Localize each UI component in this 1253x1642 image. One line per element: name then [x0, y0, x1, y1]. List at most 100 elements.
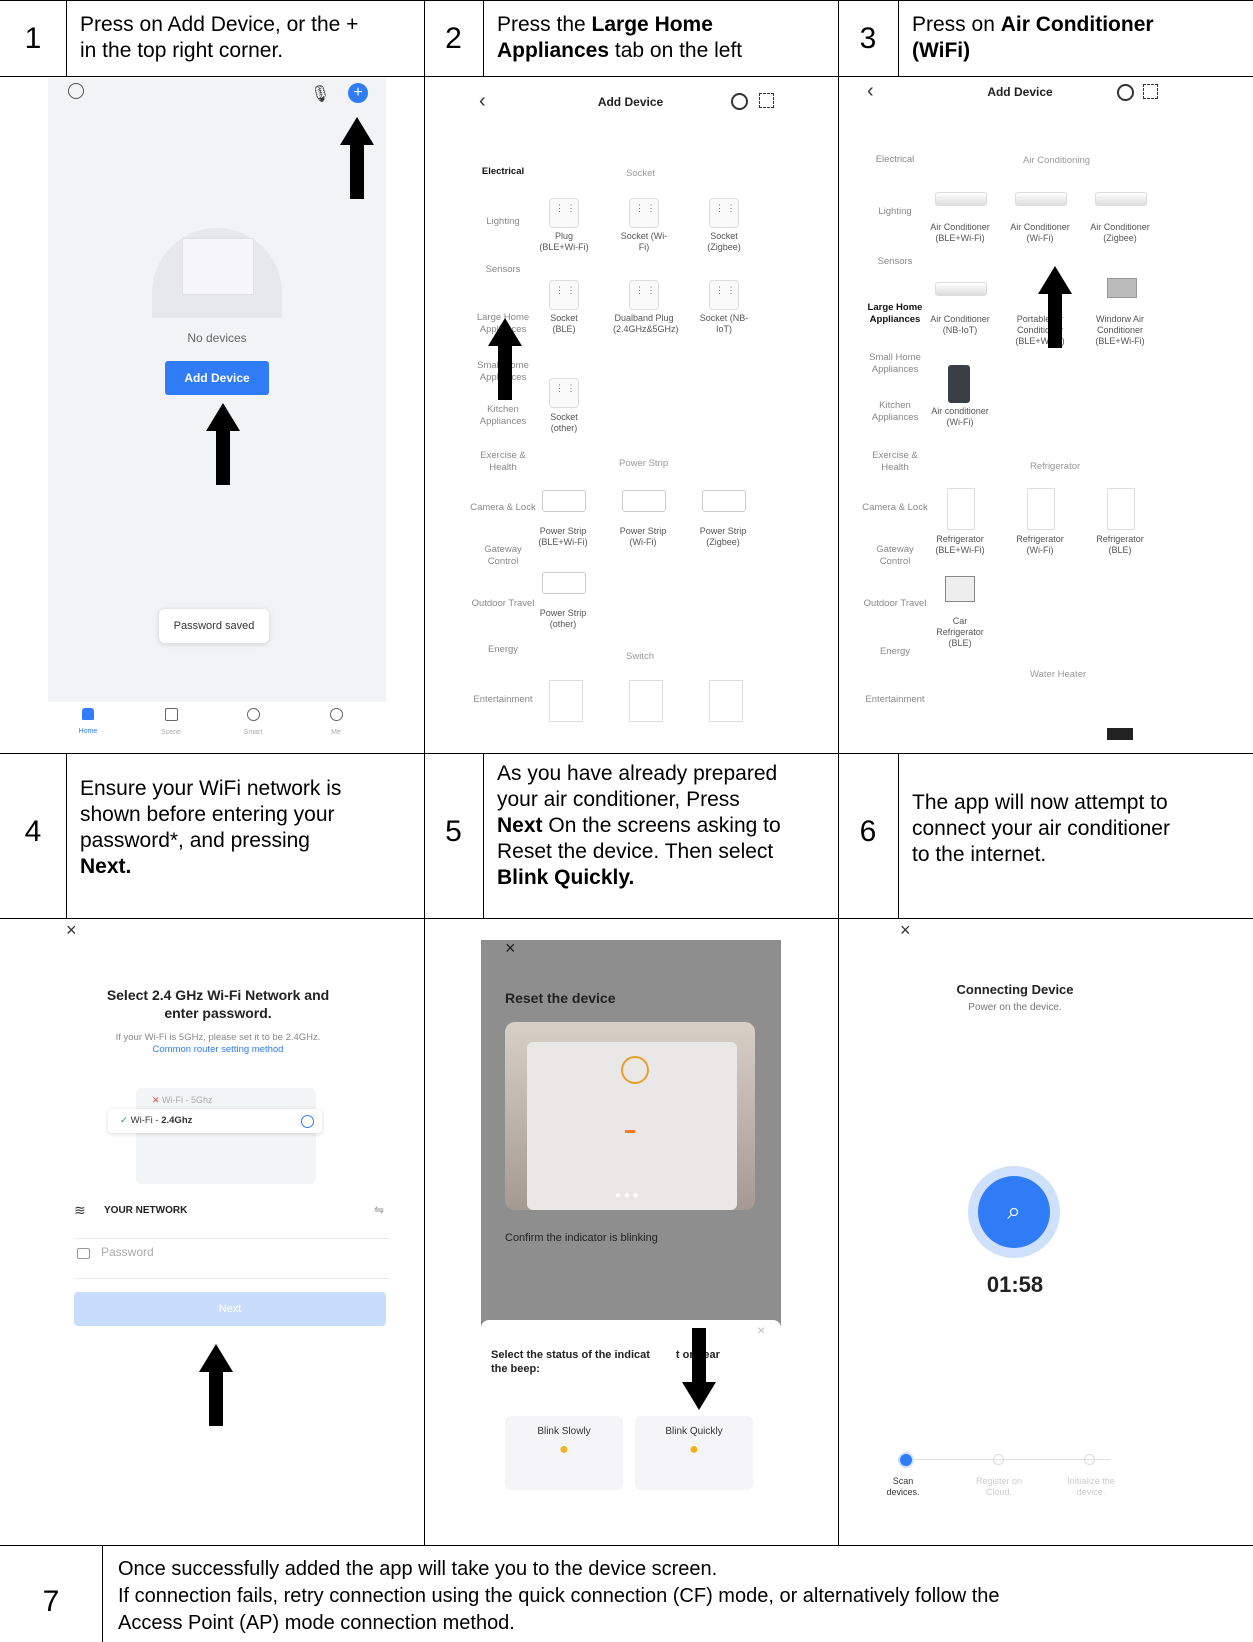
col-line — [898, 0, 899, 76]
check-icon: ✓ — [120, 1115, 131, 1126]
category-item[interactable]: Gateway Control — [471, 544, 535, 568]
password-field[interactable]: Password — [101, 1245, 154, 1259]
category-item[interactable]: Exercise & Health — [468, 450, 538, 474]
device-label[interactable]: Socket (BLE) — [539, 313, 589, 335]
no-devices-text: No devices — [187, 331, 247, 345]
device-label[interactable]: Windorw Air Conditioner (BLE+Wi-Fi) — [1090, 314, 1150, 347]
step-bold: Next. — [80, 855, 132, 878]
close-icon[interactable]: × — [757, 1322, 765, 1338]
category-item[interactable]: Sensors — [463, 264, 543, 276]
device-label[interactable]: Refrigerator (BLE+Wi-Fi) — [930, 534, 990, 556]
power-strip-icon — [622, 490, 666, 512]
category-electrical[interactable]: Electrical — [463, 166, 543, 178]
category-item[interactable]: Entertainment — [855, 694, 935, 706]
divider — [74, 1238, 388, 1239]
close-icon[interactable]: × — [505, 940, 516, 959]
category-item[interactable]: Camera & Lock — [855, 502, 935, 514]
device-label[interactable]: Air conditioner (Wi-Fi) — [930, 406, 990, 428]
category-item[interactable]: Entertainment — [463, 694, 543, 706]
category-item[interactable]: Lighting — [855, 206, 935, 218]
add-device-button[interactable]: Add Device — [165, 361, 269, 395]
device-label[interactable]: Power Strip (other) — [535, 608, 591, 630]
device-label[interactable]: Plug (BLE+Wi-Fi) — [539, 231, 589, 253]
step-line: Press on Add Device, or the + — [80, 13, 359, 36]
blink-quickly-option[interactable]: Blink Quickly ● — [635, 1416, 753, 1490]
category-item[interactable]: Sensors — [855, 256, 935, 268]
user-icon[interactable] — [68, 83, 84, 99]
socket-icon — [709, 280, 739, 310]
step-label: Scan devices. — [886, 1476, 920, 1497]
close-icon[interactable]: × — [66, 920, 77, 941]
category-item[interactable]: Energy — [463, 644, 543, 656]
tab-home[interactable]: Home — [68, 708, 108, 735]
scan-icon[interactable] — [731, 93, 748, 110]
step-line: shown before entering your — [80, 803, 335, 826]
category-item[interactable]: Camera & Lock — [463, 502, 543, 514]
bulb-icon: ● — [559, 1441, 569, 1458]
device-label[interactable]: Dualband Plug (2.4GHz&5GHz) — [613, 313, 679, 335]
info-icon — [301, 1115, 314, 1128]
step-bold: Next — [497, 814, 543, 837]
category-item[interactable]: Electrical — [855, 154, 935, 166]
device-label[interactable]: Power Strip (BLE+Wi-Fi) — [535, 526, 591, 548]
category-item[interactable]: Lighting — [463, 216, 543, 228]
password-saved-toast: Password saved — [159, 609, 269, 643]
device-label[interactable]: Socket (NB-IoT) — [699, 313, 749, 335]
tab-me[interactable]: Me — [316, 708, 356, 736]
scan-icon[interactable] — [1117, 84, 1134, 101]
device-label[interactable]: Power Strip (Wi-Fi) — [615, 526, 671, 548]
wifi-5ghz-item: ✕ Wi-Fi - 5Ghz — [152, 1095, 213, 1106]
step-line: tab on the left — [609, 39, 743, 62]
step-text: Press the Large Home Appliances tab on t… — [497, 12, 837, 64]
tab-scene[interactable]: Scene — [151, 708, 191, 736]
router-setting-link[interactable]: Common router setting method — [48, 1044, 388, 1055]
power-button-icon — [621, 1056, 649, 1084]
device-label[interactable]: Refrigerator (Wi-Fi) — [1010, 534, 1070, 556]
device-label[interactable]: Car Refrigerator (BLE) — [930, 616, 990, 649]
socket-icon — [549, 280, 579, 310]
device-label[interactable]: Refrigerator (BLE) — [1090, 534, 1150, 556]
blink-slowly-option[interactable]: Blink Slowly ● — [505, 1416, 623, 1490]
device-label[interactable]: Air Conditioner (BLE+Wi-Fi) — [930, 222, 990, 244]
tab-label: Home — [78, 728, 98, 735]
col-line — [838, 0, 839, 1545]
device-label[interactable]: Power Strip (Zigbee) — [695, 526, 751, 548]
category-item[interactable]: Energy — [855, 646, 935, 658]
step-label: Register on Cloud. — [975, 1476, 1023, 1497]
category-item[interactable]: Kitchen Appliances — [860, 400, 930, 424]
col-line — [898, 753, 899, 918]
row-line — [0, 0, 1253, 1]
device-label[interactable]: Socket (Wi-Fi) — [619, 231, 669, 253]
connecting-title: Connecting Device — [956, 982, 1074, 997]
category-item[interactable]: Outdoor Travel — [463, 598, 543, 610]
step-number: 2 — [445, 22, 462, 55]
tab-smart[interactable]: Smart — [233, 708, 273, 736]
close-icon[interactable]: × — [900, 920, 911, 941]
qr-scan-icon[interactable] — [1143, 84, 1158, 99]
category-large-home-appliances[interactable]: Large Home Appliances — [860, 302, 930, 326]
step-text: The app will now attempt to connect your… — [912, 790, 1252, 868]
wifi-24-label: 2.4Ghz — [161, 1115, 193, 1126]
category-item[interactable]: Small Home Appliances — [860, 352, 930, 376]
switch-network-icon[interactable]: ⇋ — [374, 1203, 384, 1217]
category-item[interactable]: Kitchen Appliances — [468, 404, 538, 428]
col-line — [102, 1545, 103, 1642]
device-label[interactable]: Air Conditioner (NB-IoT) — [930, 314, 990, 336]
device-label[interactable]: Socket (other) — [539, 412, 589, 434]
category-item[interactable]: Outdoor Travel — [855, 598, 935, 610]
mic-icon[interactable]: 🎙 — [310, 84, 330, 104]
search-icon: ⌕ — [978, 1176, 1050, 1248]
category-item[interactable]: Gateway Control — [863, 544, 927, 568]
col-line — [66, 0, 67, 76]
device-label[interactable]: Air Conditioner (Zigbee) — [1090, 222, 1150, 244]
arrow-up-icon — [206, 403, 240, 485]
device-label-ac-wifi[interactable]: Air Conditioner (Wi-Fi) — [1010, 222, 1070, 244]
category-item[interactable]: Exercise & Health — [860, 450, 930, 474]
col-line — [483, 753, 484, 918]
add-plus-button[interactable]: + — [348, 83, 368, 103]
wifi-5ghz-label: Wi-Fi - 5Ghz — [162, 1095, 213, 1105]
qr-scan-icon[interactable] — [759, 93, 774, 108]
device-label[interactable]: Socket (Zigbee) — [699, 231, 749, 253]
next-button[interactable]: Next — [74, 1292, 386, 1326]
row-line — [0, 76, 1253, 77]
